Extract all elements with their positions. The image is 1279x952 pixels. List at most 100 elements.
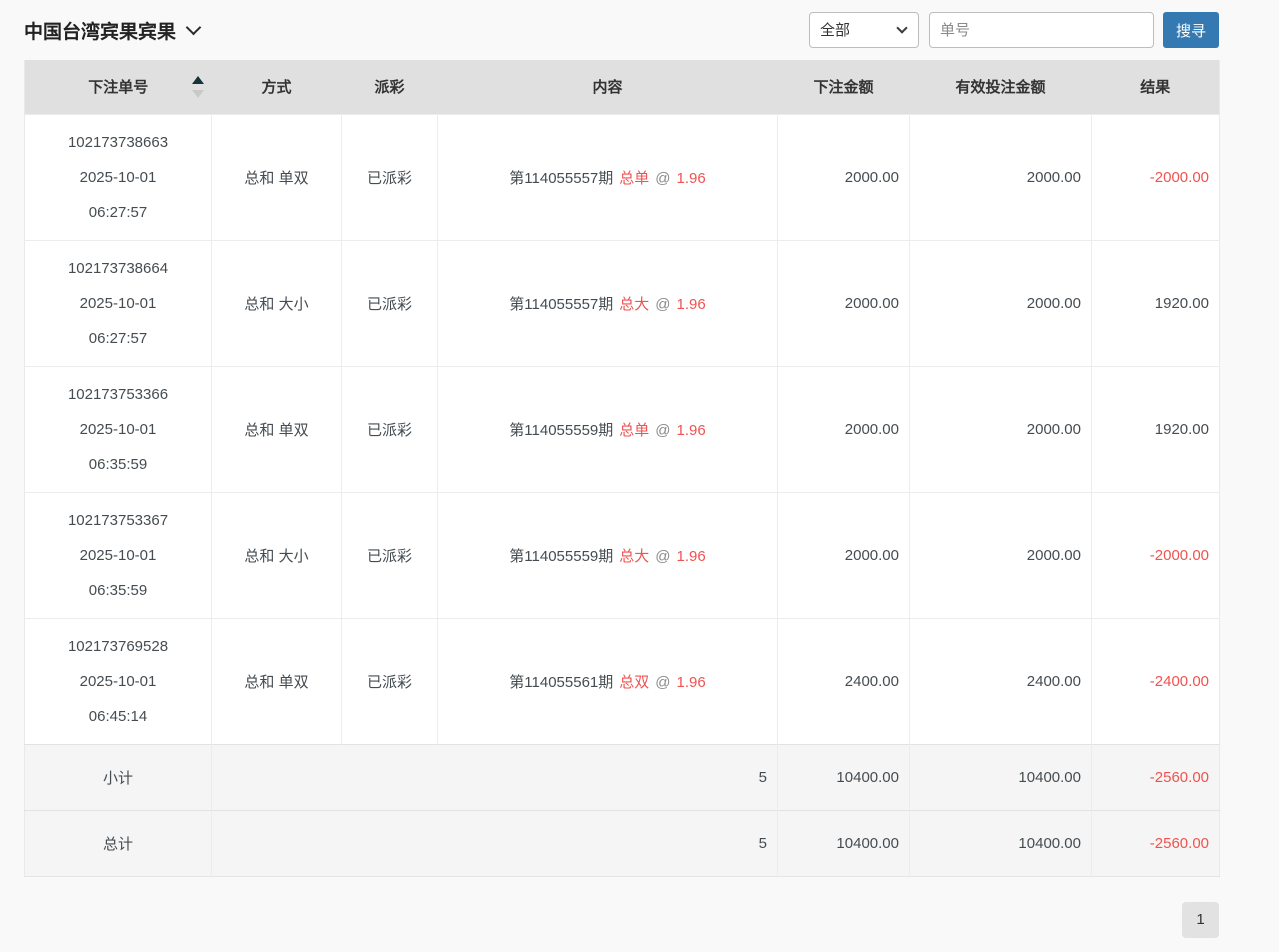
bet-time: 06:35:59	[25, 447, 211, 482]
subtotal-valid-amount: 10400.00	[910, 744, 1092, 810]
period-label: 第114055559期	[509, 548, 613, 565]
bet-method: 总和 大小	[212, 492, 342, 618]
total-amount: 10400.00	[778, 810, 910, 876]
column-header-bet-id[interactable]: 下注单号	[25, 60, 212, 114]
bet-id: 102173738664	[25, 251, 211, 286]
total-label: 总计	[25, 810, 212, 876]
valid-bet-amount: 2000.00	[910, 114, 1092, 240]
odds-value: 1.96	[677, 296, 706, 313]
bet-method: 总和 大小	[212, 240, 342, 366]
valid-bet-amount: 2400.00	[910, 618, 1092, 744]
filter-select[interactable]: 全部	[809, 12, 919, 48]
subtotal-label: 小计	[25, 744, 212, 810]
chevron-down-icon	[186, 19, 202, 35]
bet-content: 第114055559期总单@1.96	[438, 366, 778, 492]
order-number-input[interactable]	[929, 12, 1154, 48]
bet-method: 总和 单双	[212, 618, 342, 744]
bet-date: 2025-10-01	[25, 538, 211, 573]
subtotal-row: 小计 5 10400.00 10400.00 -2560.00	[25, 744, 1220, 810]
odds-at-sign: @	[655, 170, 670, 187]
bet-date: 2025-10-01	[25, 160, 211, 195]
lottery-selector[interactable]: 中国台湾宾果宾果	[24, 17, 199, 44]
bet-content: 第114055561期总双@1.96	[438, 618, 778, 744]
bet-amount: 2400.00	[778, 618, 910, 744]
column-header-content: 内容	[438, 60, 778, 114]
subtotal-count: 5	[212, 744, 778, 810]
odds-at-sign: @	[655, 674, 670, 691]
table-row: 102173753367 2025-10-01 06:35:59 总和 大小 已…	[25, 492, 1220, 618]
filter-select-wrap: 全部	[809, 12, 919, 48]
period-label: 第114055559期	[509, 422, 613, 439]
top-bar: 中国台湾宾果宾果 全部 搜寻	[24, 0, 1219, 60]
pick-label: 总大	[619, 548, 649, 565]
bet-id: 102173769528	[25, 629, 211, 664]
column-header-method: 方式	[212, 60, 342, 114]
bet-time: 06:45:14	[25, 699, 211, 734]
page-title: 中国台湾宾果宾果	[24, 17, 176, 44]
bet-content: 第114055559期总大 @1.96	[438, 492, 778, 618]
bet-time: 06:35:59	[25, 573, 211, 608]
sort-desc-icon	[192, 90, 204, 98]
pick-label: 总大	[619, 296, 649, 313]
column-header-valid-amount: 有效投注金额	[910, 60, 1092, 114]
total-row: 总计 5 10400.00 10400.00 -2560.00	[25, 810, 1220, 876]
bet-id-cell: 102173738663 2025-10-01 06:27:57	[25, 114, 212, 240]
bet-id-cell: 102173769528 2025-10-01 06:45:14	[25, 618, 212, 744]
search-controls: 全部 搜寻	[809, 12, 1219, 48]
column-header-payout: 派彩	[342, 60, 438, 114]
period-label: 第114055557期	[509, 296, 613, 313]
bet-amount: 2000.00	[778, 240, 910, 366]
period-label: 第114055561期	[509, 674, 613, 691]
valid-bet-amount: 2000.00	[910, 492, 1092, 618]
bet-content: 第114055557期总单 @1.96	[438, 114, 778, 240]
table-row: 102173769528 2025-10-01 06:45:14 总和 单双 已…	[25, 618, 1220, 744]
odds-value: 1.96	[677, 548, 706, 565]
total-count: 5	[212, 810, 778, 876]
payout-status: 已派彩	[342, 366, 438, 492]
pick-label: 总单	[619, 170, 649, 187]
page-1-button[interactable]: 1	[1182, 902, 1219, 938]
odds-at-sign: @	[655, 422, 670, 439]
payout-status: 已派彩	[342, 492, 438, 618]
table-header-row: 下注单号 方式 派彩 内容 下注金额 有效投注金额 结果	[25, 60, 1220, 114]
pagination: 1	[24, 902, 1219, 938]
bet-id: 102173753367	[25, 503, 211, 538]
bet-result: 1920.00	[1092, 240, 1220, 366]
payout-status: 已派彩	[342, 114, 438, 240]
odds-at-sign: @	[655, 548, 670, 565]
bet-id-cell: 102173753366 2025-10-01 06:35:59	[25, 366, 212, 492]
valid-bet-amount: 2000.00	[910, 240, 1092, 366]
bet-id-cell: 102173753367 2025-10-01 06:35:59	[25, 492, 212, 618]
odds-value: 1.96	[677, 170, 706, 187]
period-label: 第114055557期	[509, 170, 613, 187]
pick-label: 总双	[619, 674, 649, 691]
bet-date: 2025-10-01	[25, 664, 211, 699]
odds-at-sign: @	[655, 296, 670, 313]
total-result: -2560.00	[1092, 810, 1220, 876]
sort-icons[interactable]	[192, 76, 204, 98]
column-header-bet-id-label: 下注单号	[88, 79, 148, 96]
total-valid-amount: 10400.00	[910, 810, 1092, 876]
sort-asc-icon	[192, 76, 204, 84]
bet-result: -2000.00	[1092, 492, 1220, 618]
pick-label: 总单	[619, 422, 649, 439]
bet-date: 2025-10-01	[25, 412, 211, 447]
column-header-amount: 下注金额	[778, 60, 910, 114]
bet-time: 06:27:57	[25, 321, 211, 356]
bet-time: 06:27:57	[25, 195, 211, 230]
search-button[interactable]: 搜寻	[1163, 12, 1219, 48]
bet-amount: 2000.00	[778, 114, 910, 240]
bet-amount: 2000.00	[778, 366, 910, 492]
valid-bet-amount: 2000.00	[910, 366, 1092, 492]
payout-status: 已派彩	[342, 618, 438, 744]
subtotal-amount: 10400.00	[778, 744, 910, 810]
column-header-result: 结果	[1092, 60, 1220, 114]
bet-date: 2025-10-01	[25, 286, 211, 321]
bet-method: 总和 单双	[212, 366, 342, 492]
table-row: 102173753366 2025-10-01 06:35:59 总和 单双 已…	[25, 366, 1220, 492]
bet-result: -2000.00	[1092, 114, 1220, 240]
table-row: 102173738664 2025-10-01 06:27:57 总和 大小 已…	[25, 240, 1220, 366]
main-container: 中国台湾宾果宾果 全部 搜寻 下注单号	[24, 0, 1219, 877]
subtotal-result: -2560.00	[1092, 744, 1220, 810]
bet-amount: 2000.00	[778, 492, 910, 618]
